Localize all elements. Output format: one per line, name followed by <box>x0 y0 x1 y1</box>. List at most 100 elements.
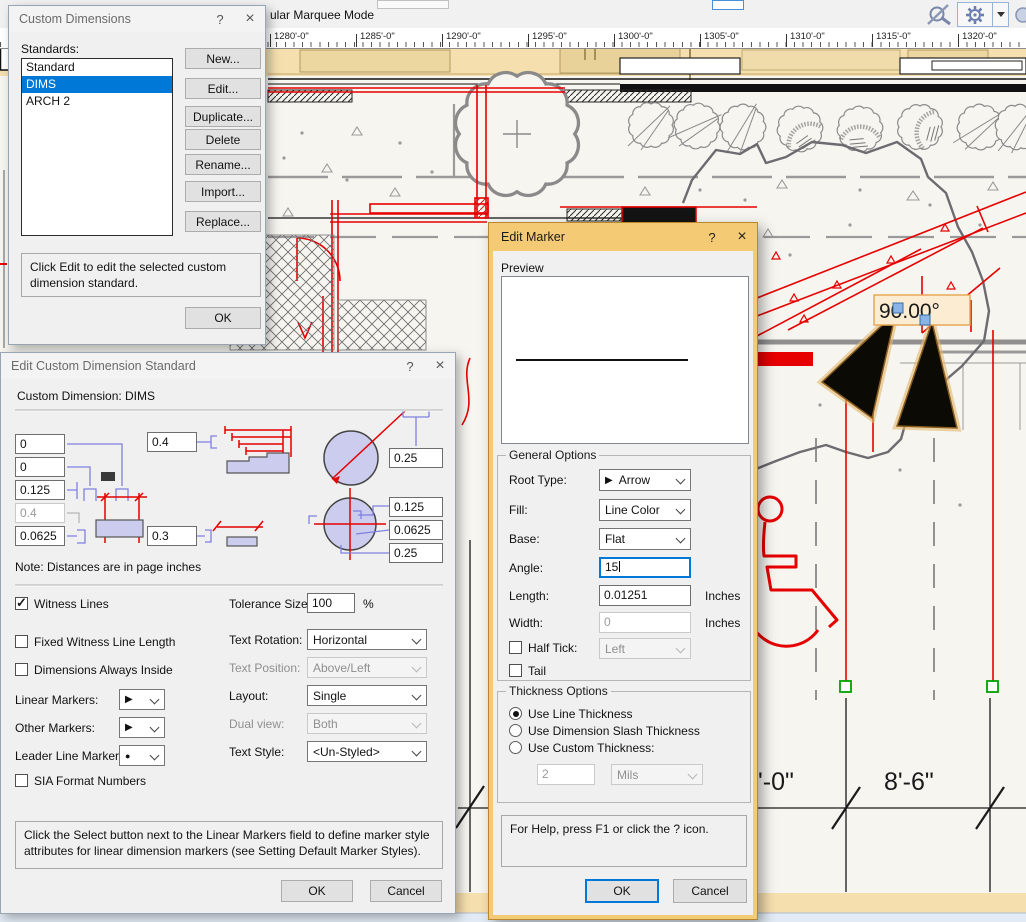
edit-button[interactable]: Edit... <box>185 78 261 99</box>
rename-button[interactable]: Rename... <box>185 154 261 175</box>
list-item-dims[interactable]: DIMS <box>22 76 172 93</box>
witness-lines-checkbox[interactable]: Witness Lines <box>15 597 109 611</box>
duplicate-button[interactable]: Duplicate... <box>185 106 261 127</box>
dimensions-inside-checkbox[interactable]: Dimensions Always Inside <box>15 663 173 677</box>
width-label: Width: <box>509 616 543 630</box>
ruler-label: 1300'-0" <box>618 31 653 42</box>
chevron-down-icon <box>412 663 422 673</box>
dialog-hint-text: Click Edit to edit the selected custom d… <box>21 253 261 297</box>
ok-button[interactable]: OK <box>585 879 659 903</box>
layout-dropdown[interactable]: Single <box>307 685 427 706</box>
new-button[interactable]: New... <box>185 48 261 69</box>
other-markers-dropdown[interactable]: ▶ <box>119 717 165 738</box>
sia-format-checkbox[interactable]: SIA Format Numbers <box>15 774 146 788</box>
dimension-text-left: '-0" <box>758 768 794 796</box>
checkbox-icon <box>509 664 522 677</box>
offset-field-5[interactable]: 0.0625 <box>15 526 65 546</box>
chain-offset-field[interactable]: 0.3 <box>147 526 197 546</box>
help-icon[interactable]: ? <box>697 230 727 245</box>
fill-label: Fill: <box>509 503 528 517</box>
preview-label: Preview <box>501 261 544 275</box>
custom-dimension-label: Custom Dimension: <box>17 389 122 403</box>
dialog-title: Edit Marker <box>489 230 697 244</box>
delete-button[interactable]: Delete <box>185 129 261 150</box>
text-position-dropdown: Above/Left <box>307 657 427 678</box>
replace-button[interactable]: Replace... <box>185 211 261 232</box>
chevron-down-icon <box>688 770 698 780</box>
edit-marker-titlebar[interactable]: Edit Marker ? × <box>489 223 757 251</box>
list-item-standard[interactable]: Standard <box>22 59 172 76</box>
checkbox-icon <box>15 597 28 610</box>
tolerance-size-field[interactable]: 100 <box>307 593 355 613</box>
chevron-down-icon <box>676 505 686 515</box>
text-style-dropdown[interactable]: <Un-Styled> <box>307 741 427 762</box>
cancel-button[interactable]: Cancel <box>370 880 442 902</box>
standards-label: Standards: <box>21 42 79 56</box>
dialog-title: Edit Custom Dimension Standard <box>1 359 395 373</box>
help-icon[interactable]: ? <box>395 359 425 374</box>
use-dimension-slash-thickness-radio[interactable]: Use Dimension Slash Thickness <box>509 724 700 738</box>
toolbar-clipped-active-control <box>712 0 744 10</box>
offset-field-3[interactable]: 0.125 <box>15 480 65 500</box>
clipped-toolbar-icon[interactable] <box>1013 3 1026 27</box>
center-mark-field-2[interactable]: 0.0625 <box>389 520 443 540</box>
baseline-offset-field[interactable]: 0.4 <box>147 432 197 452</box>
center-mark-field-3[interactable]: 0.25 <box>389 543 443 563</box>
marker-preview-line <box>516 359 688 361</box>
radio-icon <box>509 741 522 754</box>
diameter-offset-field[interactable]: 0.25 <box>389 448 443 468</box>
ok-button[interactable]: OK <box>185 307 261 329</box>
tolerance-size-label: Tolerance Size: <box>229 597 311 611</box>
offset-field-2[interactable]: 0 <box>15 457 65 477</box>
text-rotation-dropdown[interactable]: Horizontal <box>307 629 427 650</box>
tail-checkbox[interactable]: Tail <box>509 664 546 678</box>
root-type-label: Root Type: <box>509 473 567 487</box>
marker-preview-box <box>501 276 749 444</box>
settings-dropdown-button[interactable] <box>993 2 1009 27</box>
length-field[interactable]: 0.01251 <box>599 585 691 606</box>
selection-handle[interactable] <box>920 315 930 325</box>
base-dropdown[interactable]: Flat <box>599 528 691 550</box>
help-icon[interactable]: ? <box>205 12 235 27</box>
close-icon[interactable]: × <box>727 228 757 246</box>
import-button[interactable]: Import... <box>185 181 261 202</box>
list-item-arch2[interactable]: ARCH 2 <box>22 93 172 110</box>
angle-field[interactable]: 15 <box>599 557 691 578</box>
width-unit-label: Inches <box>705 616 740 630</box>
close-icon[interactable]: × <box>235 10 265 28</box>
dialog-hint-text: Click the Select button next to the Line… <box>15 821 443 869</box>
dual-view-label: Dual view: <box>229 717 284 731</box>
black-filled-rectangle <box>622 207 696 223</box>
custom-dimensions-titlebar[interactable]: Custom Dimensions ? × <box>9 6 265 32</box>
angle-label: Angle: <box>509 561 543 575</box>
ruler-label: 1320'-0" <box>962 31 997 42</box>
settings-gear-button[interactable] <box>957 2 993 27</box>
selection-handle[interactable] <box>893 303 903 313</box>
fill-dropdown[interactable]: Line Color <box>599 499 691 521</box>
angle-annotation[interactable]: 90.00° <box>874 295 970 325</box>
note-text: Note: Distances are in page inches <box>15 560 201 574</box>
standards-listbox[interactable]: Standard DIMS ARCH 2 <box>21 58 173 236</box>
text-position-label: Text Position: <box>229 661 300 675</box>
offset-field-1[interactable]: 0 <box>15 434 65 454</box>
checkbox-icon <box>15 635 28 648</box>
fixed-witness-checkbox[interactable]: Fixed Witness Line Length <box>15 635 175 649</box>
leader-line-marker-label: Leader Line Marker: <box>15 749 122 763</box>
linear-markers-dropdown[interactable]: ▶ <box>119 689 165 710</box>
angle-annotation-text: 90.00° <box>879 300 940 323</box>
ok-button[interactable]: OK <box>281 880 353 902</box>
use-custom-thickness-radio[interactable]: Use Custom Thickness: <box>509 741 655 755</box>
custom-dimensions-dialog: Custom Dimensions ? × Standards: Standar… <box>8 5 266 345</box>
half-tick-checkbox[interactable]: Half Tick: <box>509 641 577 655</box>
leader-line-marker-dropdown[interactable]: ● <box>119 745 165 766</box>
edit-standard-titlebar[interactable]: Edit Custom Dimension Standard ? × <box>1 353 455 379</box>
close-icon[interactable]: × <box>425 357 455 375</box>
linear-markers-label: Linear Markers: <box>15 693 98 707</box>
root-type-dropdown[interactable]: ▶Arrow <box>599 469 691 491</box>
center-mark-field-1[interactable]: 0.125 <box>389 497 443 517</box>
zoom-tool-icon[interactable] <box>925 2 955 27</box>
use-line-thickness-radio[interactable]: Use Line Thickness <box>509 707 633 721</box>
cancel-button[interactable]: Cancel <box>673 879 747 903</box>
dialog-help-text: For Help, press F1 or click the ? icon. <box>501 815 747 867</box>
tolerance-unit-label: % <box>363 597 374 611</box>
